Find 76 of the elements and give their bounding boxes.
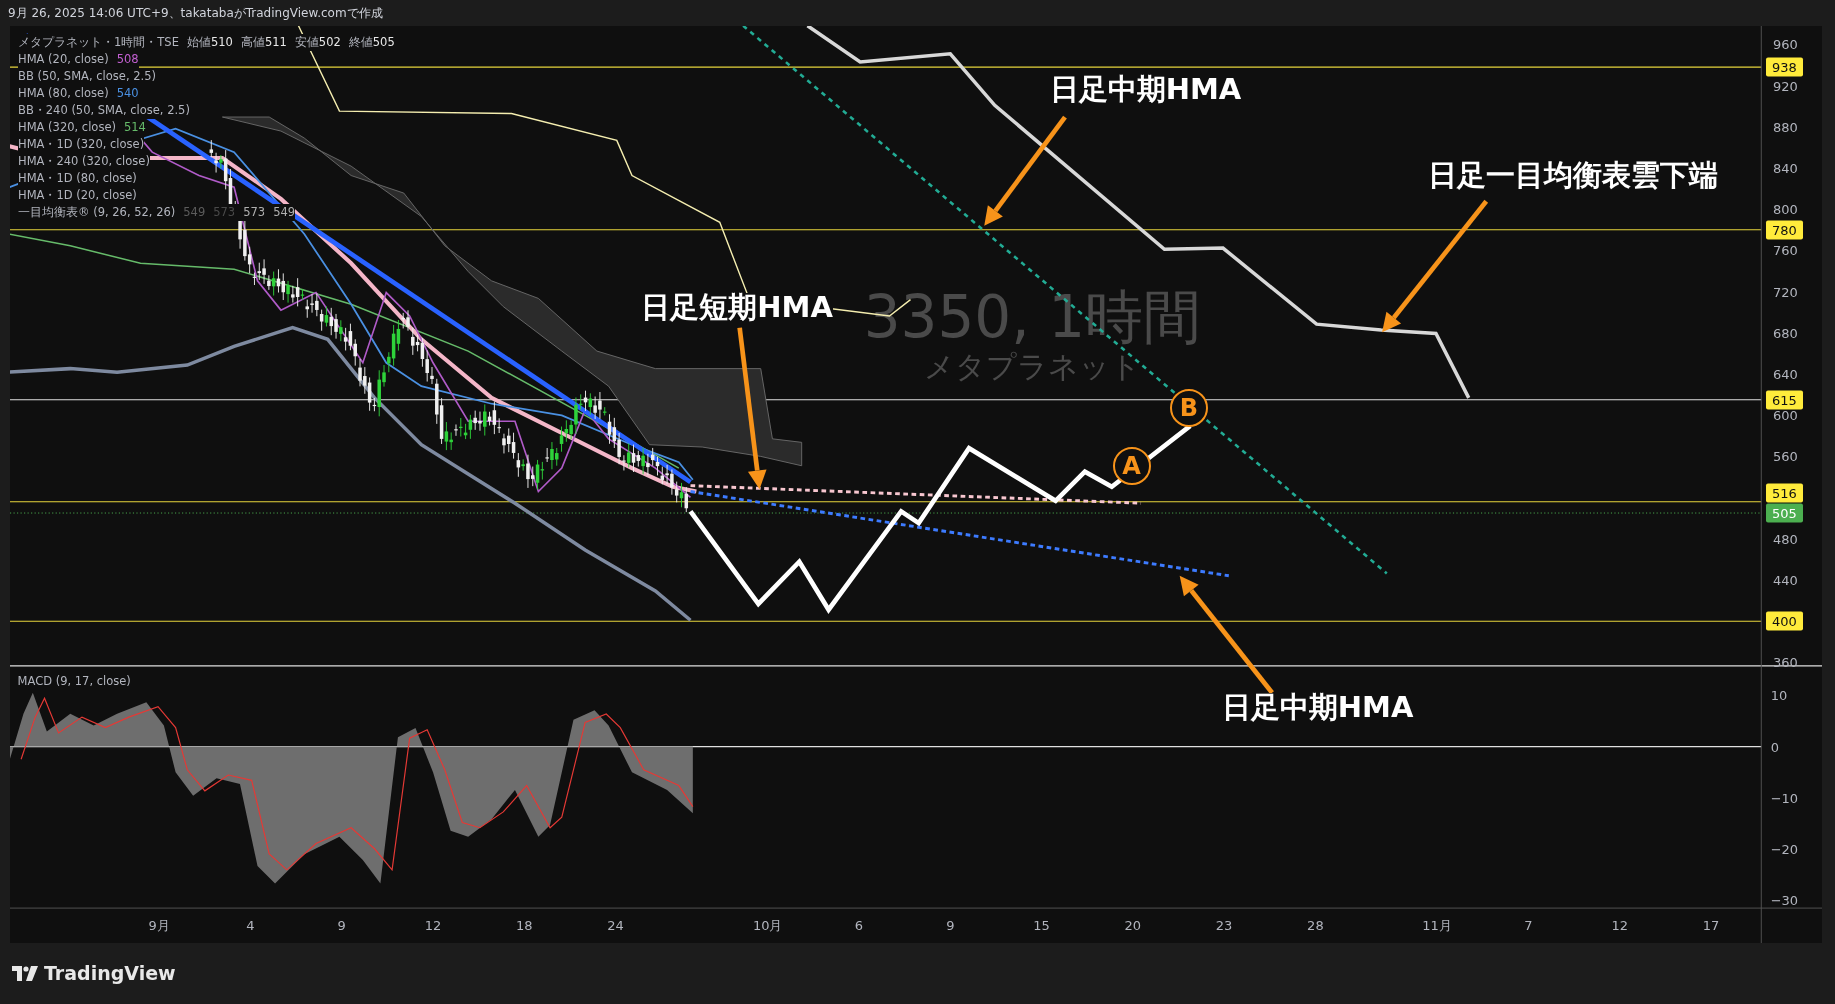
price-badge: 780 xyxy=(1765,220,1803,240)
time-axis-label: 9 xyxy=(946,918,955,931)
wave-marker: A xyxy=(1112,446,1151,485)
price-axis-label: 920 xyxy=(1772,79,1798,93)
time-axis-label: 4 xyxy=(246,918,255,931)
indicator-name: BB・240 (50, SMA, close, 2.5) xyxy=(18,102,190,119)
price-badge: 505 xyxy=(1765,503,1803,523)
indicator-value: 540 xyxy=(116,85,139,102)
time-axis-label: 12 xyxy=(1611,918,1628,931)
price-axis-label: 560 xyxy=(1772,449,1798,463)
price-axis-label: 800 xyxy=(1772,202,1798,216)
ohlc-value: 505 xyxy=(372,34,395,51)
price-badge: 938 xyxy=(1765,57,1803,77)
ohlc-value: 510 xyxy=(210,34,233,51)
symbol-title: メタプラネット・1時間・TSE xyxy=(18,34,179,51)
brand-name: TradingView xyxy=(44,961,176,986)
ohlc-label: 終値 xyxy=(348,34,373,51)
time-axis-label: 20 xyxy=(1124,918,1142,931)
time-axis-label: 18 xyxy=(516,918,533,931)
macd-axis-label: −30 xyxy=(1770,893,1799,907)
price-axis-label: 480 xyxy=(1772,532,1798,546)
indicator-value: 573 xyxy=(213,204,236,221)
logo-icon xyxy=(12,965,38,981)
price-axis-label: 760 xyxy=(1772,243,1798,257)
macd-axis-label: −20 xyxy=(1770,842,1799,856)
indicator-value: 514 xyxy=(123,119,146,136)
time-axis-label: 9月 xyxy=(148,918,170,931)
indicator-value: 508 xyxy=(116,51,139,68)
ohlc-value: 511 xyxy=(264,34,287,51)
watermark-title: 3350, 1時間 xyxy=(863,287,1202,346)
time-axis-label: 6 xyxy=(854,918,864,931)
price-axis-label: 680 xyxy=(1772,326,1798,340)
indicator-name: HMA・240 (320, close) xyxy=(18,153,150,170)
time-axis-label: 9 xyxy=(337,918,346,931)
annotation-label: 日足短期HMA xyxy=(641,292,833,322)
time-axis-label: 11月 xyxy=(1422,918,1452,931)
price-axis-label: 600 xyxy=(1772,408,1798,422)
chart-caption: 9月 26, 2025 14:06 UTC+9、takatabaがTradingView.comで作成 xyxy=(8,5,383,22)
indicator-value: 549 xyxy=(273,204,296,221)
time-axis-label: 23 xyxy=(1215,918,1233,931)
indicator-name: HMA・1D (320, close) xyxy=(18,136,145,153)
macd-axis-label: 10 xyxy=(1770,688,1788,702)
time-axis-label: 7 xyxy=(1524,918,1533,931)
indicator-name: HMA・1D (80, close) xyxy=(18,170,137,187)
price-badge: 615 xyxy=(1765,390,1803,410)
time-axis-label: 10月 xyxy=(752,918,783,931)
price-axis-label: 640 xyxy=(1772,367,1798,381)
indicator-name: BB (50, SMA, close, 2.5) xyxy=(18,68,156,85)
indicator-name: HMA (320, close) xyxy=(18,119,116,136)
macd-axis-label: 0 xyxy=(1770,740,1779,754)
indicator-name: HMA・1D (20, close) xyxy=(18,187,137,204)
indicator-title: MACD (9, 17, close) xyxy=(17,672,131,690)
price-badge: 400 xyxy=(1765,611,1803,631)
price-axis-label: 960 xyxy=(1772,37,1798,51)
price-axis-label: 720 xyxy=(1772,285,1798,299)
watermark-subtitle: メタプラネット xyxy=(923,351,1141,382)
macd-axis-label: −10 xyxy=(1770,791,1799,805)
ohlc-label: 安値 xyxy=(294,34,319,51)
price-axis-label: 840 xyxy=(1772,161,1798,175)
ohlc-label: 始値 xyxy=(186,34,211,51)
indicator-name: HMA (80, close) xyxy=(18,85,109,102)
time-axis-label: 17 xyxy=(1702,918,1720,931)
time-axis-label: 24 xyxy=(607,918,624,931)
price-badge: 516 xyxy=(1765,483,1803,503)
price-axis-label: 880 xyxy=(1772,120,1798,134)
indicator-name: 一目均衡表® (9, 26, 52, 26) xyxy=(18,204,176,221)
time-axis-label: 12 xyxy=(424,918,442,931)
wave-marker: B xyxy=(1170,389,1208,428)
indicator-name: HMA (20, close) xyxy=(18,51,109,68)
indicator-value: 573 xyxy=(243,204,266,221)
indicator-value: 549 xyxy=(183,204,206,221)
price-axis-label: 440 xyxy=(1772,573,1798,587)
time-axis-label: 28 xyxy=(1307,918,1324,931)
ohlc-label: 高値 xyxy=(240,34,265,51)
time-axis-label: 15 xyxy=(1033,918,1050,931)
ohlc-value: 502 xyxy=(318,34,341,51)
